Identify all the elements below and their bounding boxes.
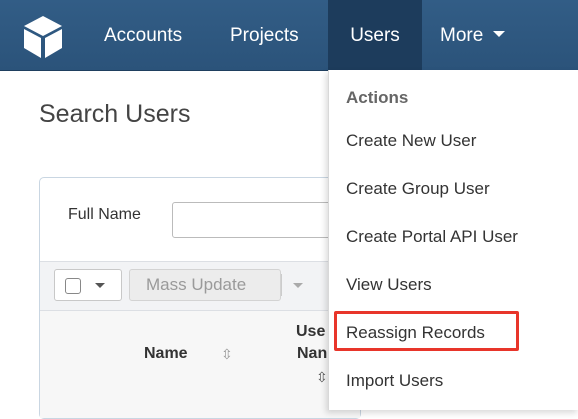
menu-item-reassign-records[interactable]: Reassign Records bbox=[346, 323, 485, 343]
nav-more[interactable]: More bbox=[440, 0, 506, 70]
full-name-label: Full Name bbox=[68, 206, 141, 223]
mass-update-button[interactable]: Mass Update bbox=[129, 269, 303, 301]
users-dropdown-menu: Actions Create New User Create Group Use… bbox=[328, 70, 578, 410]
chevron-down-icon bbox=[95, 283, 105, 288]
menu-item-create-portal-api-user[interactable]: Create Portal API User bbox=[346, 227, 518, 247]
menu-item-create-new-user[interactable]: Create New User bbox=[346, 131, 476, 151]
nav-users[interactable]: Users bbox=[328, 0, 422, 70]
column-header-username-line1[interactable]: Use bbox=[296, 323, 325, 341]
page-title: Search Users bbox=[39, 100, 191, 128]
menu-item-import-users[interactable]: Import Users bbox=[346, 371, 443, 391]
menu-item-view-users[interactable]: View Users bbox=[346, 275, 432, 295]
select-all-checkbox[interactable] bbox=[65, 278, 81, 294]
select-all-dropdown[interactable] bbox=[54, 269, 122, 301]
column-header-name[interactable]: Name bbox=[144, 345, 188, 363]
column-header-username-line2[interactable]: Nan bbox=[297, 345, 327, 363]
filter-row: Full Name bbox=[40, 178, 378, 260]
list-toolbar: Mass Update bbox=[40, 261, 360, 311]
mass-update-label: Mass Update bbox=[146, 275, 247, 294]
table-header-row: Name ⇳ Use Nan ⇳ bbox=[40, 311, 360, 418]
menu-item-create-group-user[interactable]: Create Group User bbox=[346, 179, 490, 199]
dropdown-section-header: Actions bbox=[346, 88, 409, 107]
sort-icon[interactable]: ⇳ bbox=[221, 346, 233, 363]
nav-projects[interactable]: Projects bbox=[230, 0, 299, 70]
top-nav-bar: Accounts Projects Users More bbox=[0, 0, 578, 70]
cube-logo-icon[interactable] bbox=[20, 14, 66, 60]
nav-more-label: More bbox=[440, 25, 484, 46]
divider bbox=[281, 274, 282, 296]
sort-icon[interactable]: ⇳ bbox=[316, 369, 328, 386]
search-panel: Full Name Mass Update Name ⇳ Use Nan ⇳ bbox=[39, 177, 378, 419]
chevron-down-icon bbox=[493, 30, 506, 37]
chevron-down-icon bbox=[293, 283, 303, 288]
nav-accounts[interactable]: Accounts bbox=[104, 0, 182, 70]
